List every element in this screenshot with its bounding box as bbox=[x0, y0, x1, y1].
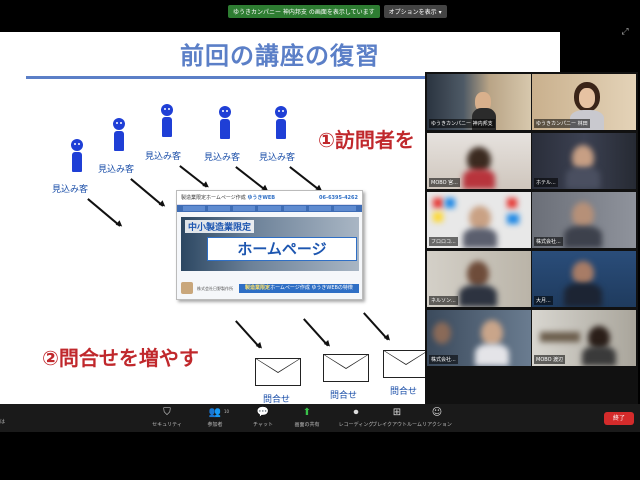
callout-visitors: ①訪問者を bbox=[318, 128, 415, 152]
mail-icon bbox=[255, 358, 301, 386]
participant-name: ゆうきカンパニー 神内邦支 bbox=[429, 119, 495, 128]
mail-icon bbox=[383, 350, 429, 378]
video-gallery: ゆうきカンパニー 神内邦支 ゆうきカンパニー 林田 MOBO 宮... ホテル.… bbox=[425, 72, 638, 404]
arrow bbox=[179, 165, 208, 188]
participants-icon: 👥 bbox=[208, 407, 222, 418]
chat-button[interactable]: 💬 チャット bbox=[242, 407, 284, 428]
share-screen-icon: ⬆ bbox=[302, 407, 312, 418]
homepage-brand: 製造業限定ホームページ作成 ゆうきWEB bbox=[181, 195, 276, 201]
participant-name: ホテル... bbox=[534, 178, 558, 187]
visitor-label: 見込み客 bbox=[98, 165, 135, 175]
visitor-icon bbox=[70, 139, 84, 172]
participant-name: ゆうきカンパニー 林田 bbox=[534, 119, 590, 128]
view-options-button[interactable]: オプションを表示 ▾ bbox=[383, 5, 447, 18]
arrow bbox=[235, 320, 261, 349]
zoom-meeting-window: ゆうきカンパニー 神内邦支 の画面を表示しています オプションを表示 ▾ ⤢ 前… bbox=[0, 0, 640, 480]
slide-title: 前回の講座の復習 bbox=[180, 42, 380, 70]
security-button[interactable]: ⛉ セキュリティ bbox=[146, 407, 188, 428]
homepage-nav bbox=[177, 205, 362, 212]
inquiry-label: 問合せ bbox=[390, 387, 418, 397]
arrow bbox=[87, 198, 121, 227]
mail-icon bbox=[323, 354, 369, 382]
homepage-phone: 06-6395-4262 bbox=[319, 194, 358, 201]
toolbar-label: 画面の共有 bbox=[294, 422, 320, 428]
meeting-toolbar: は ⛉ セキュリティ 👥 10 参加者 💬 チャット ⬆ 画面の共有 ⏺ レコー… bbox=[0, 404, 640, 432]
video-tile[interactable]: MOBO 渡辺 bbox=[532, 310, 636, 366]
chat-icon: 💬 bbox=[256, 407, 270, 418]
participant-name: フロロコ... bbox=[429, 237, 458, 246]
participants-button[interactable]: 👥 10 参加者 bbox=[194, 407, 236, 428]
participant-name: 株式会社... bbox=[534, 237, 563, 246]
arrow bbox=[363, 312, 389, 341]
visitor-icon bbox=[112, 118, 126, 151]
video-tile[interactable]: 大月... bbox=[532, 251, 636, 307]
toolbar-label: 参加者 bbox=[207, 422, 223, 428]
arrow bbox=[130, 178, 164, 207]
view-options-label: オプションを表示 bbox=[388, 9, 437, 16]
reaction-icon: ☺ bbox=[431, 407, 443, 418]
shield-icon: ⛉ bbox=[163, 407, 171, 418]
end-meeting-button[interactable]: 終了 bbox=[604, 412, 634, 425]
video-tile[interactable]: フロロコ... bbox=[427, 192, 531, 248]
participant-name: ネルソン... bbox=[429, 296, 458, 305]
toolbar-label: リアクション bbox=[422, 422, 452, 428]
visitor-icon bbox=[160, 104, 174, 137]
fullscreen-icon[interactable]: ⤢ bbox=[618, 26, 632, 38]
video-tile[interactable]: ネルソン... bbox=[427, 251, 531, 307]
toolbar-label: セキュリティ bbox=[152, 422, 182, 428]
homepage-screenshot: 製造業限定ホームページ作成 ゆうきWEB 06-6395-4262 中小製造業限… bbox=[176, 190, 363, 300]
homepage-tagline: 中小製造業限定 bbox=[185, 220, 255, 233]
visitor-label: 見込み客 bbox=[259, 153, 296, 163]
arrow bbox=[303, 318, 329, 347]
toolbar-left-text: は bbox=[0, 419, 6, 425]
screen-share-banner: ゆうきカンパニー 神内邦支 の画面を表示しています オプションを表示 ▾ bbox=[228, 5, 447, 18]
video-tile[interactable]: ゆうきカンパニー 林田 bbox=[532, 74, 636, 130]
chevron-down-icon: ▾ bbox=[438, 9, 442, 16]
share-screen-button[interactable]: ⬆ 画面の共有 bbox=[286, 407, 328, 428]
video-tile[interactable]: ゆうきカンパニー 神内邦支 bbox=[427, 74, 531, 130]
video-tile[interactable]: MOBO 宮... bbox=[427, 133, 531, 189]
participant-name: MOBO 宮... bbox=[429, 178, 460, 187]
inquiry-label: 問合せ bbox=[263, 395, 291, 404]
visitor-label: 見込み客 bbox=[52, 185, 89, 195]
visitor-icon bbox=[274, 106, 288, 139]
inquiry-label: 問合せ bbox=[330, 391, 358, 401]
homepage-headline: ホームページ bbox=[207, 237, 357, 261]
avatar bbox=[181, 282, 193, 294]
reactions-button[interactable]: ☺ リアクション bbox=[416, 407, 458, 428]
toolbar-label: チャット bbox=[253, 422, 273, 428]
participant-name: 株式会社... bbox=[429, 355, 458, 364]
participant-name: 大月... bbox=[534, 296, 553, 305]
participant-name: MOBO 渡辺 bbox=[534, 355, 566, 364]
homepage-caption: 株式会社日野製作所 bbox=[197, 285, 233, 291]
arrow bbox=[289, 166, 321, 191]
arrow bbox=[235, 166, 267, 191]
share-status-text: ゆうきカンパニー 神内邦支 の画面を表示しています bbox=[228, 5, 380, 18]
video-tile[interactable]: 株式会社... bbox=[427, 310, 531, 366]
participants-count: 10 bbox=[224, 409, 230, 414]
visitor-icon bbox=[218, 106, 232, 139]
homepage-banner: 製造業限定ホームページ作成 ゆうきWEBの特徴 bbox=[239, 283, 359, 293]
visitor-label: 見込み客 bbox=[204, 153, 241, 163]
callout-inquiries: ②問合せを増やす bbox=[42, 346, 199, 370]
video-tile[interactable]: ホテル... bbox=[532, 133, 636, 189]
visitor-label: 見込み客 bbox=[145, 152, 182, 162]
video-tile[interactable]: 株式会社... bbox=[532, 192, 636, 248]
